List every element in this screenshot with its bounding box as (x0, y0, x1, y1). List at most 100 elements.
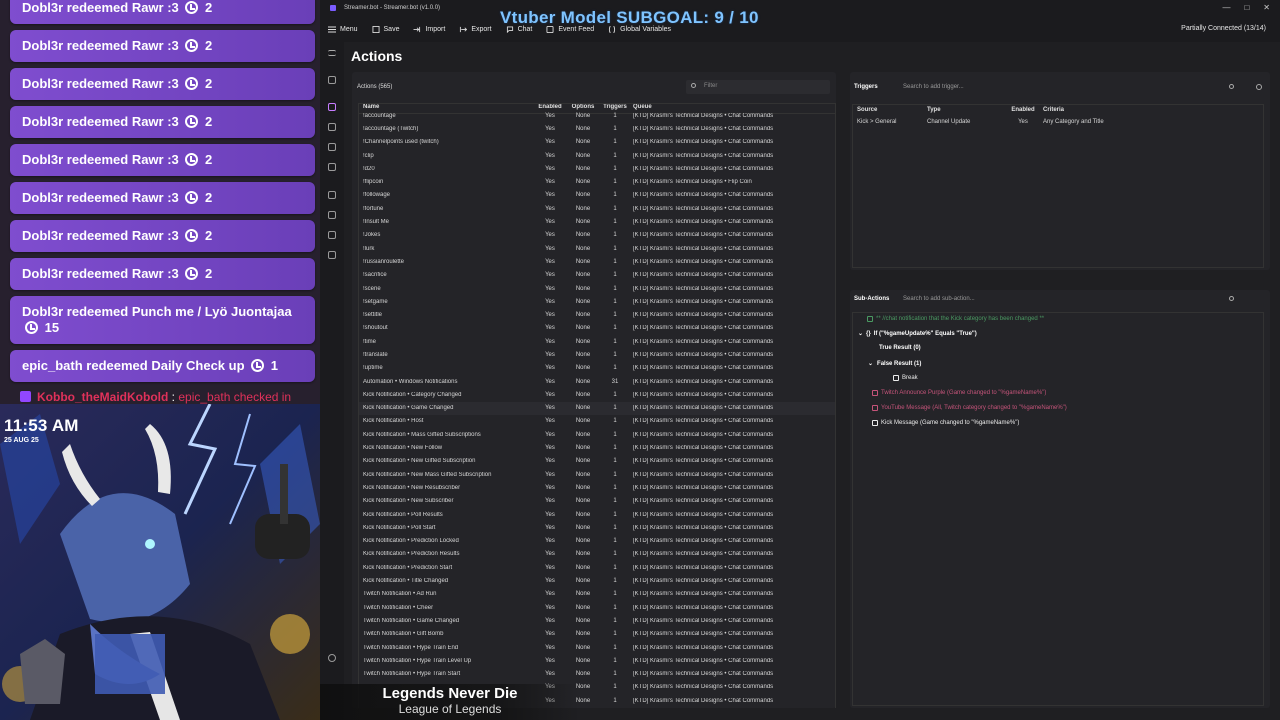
action-row[interactable]: Kick Notification • Title Changed Yes None… (359, 574, 835, 587)
action-row[interactable]: Twitch Notification • Gift Bomb Yes None 1 [… (359, 628, 835, 641)
action-enabled: Yes (545, 152, 555, 159)
action-row[interactable]: Kick Notification • Category Changed Yes N… (359, 388, 835, 401)
sub-action-youtube-message[interactable]: YouTube Message (All, Twitch category ch… (872, 405, 1067, 411)
action-options: None (575, 617, 591, 624)
save-button[interactable]: Save (372, 25, 399, 33)
action-row[interactable]: Twitch Notification • Hype Train Level U… (359, 654, 835, 667)
col-options[interactable]: Options (567, 104, 599, 113)
action-triggers: 1 (613, 551, 617, 558)
col-enabled[interactable]: Enabled (533, 104, 567, 113)
action-row[interactable]: Kick Notification • New Gifted Subscript… (359, 455, 835, 468)
col-criteria[interactable]: Criteria (1043, 107, 1263, 113)
action-row[interactable]: !shoutout Yes None 1 [KTD] Krasmi's Technica… (359, 322, 835, 335)
menu-button[interactable]: Menu (328, 26, 358, 33)
action-row[interactable]: Kick Notification • Prediction Results Ye… (359, 548, 835, 561)
action-row[interactable]: !scene Yes None 1 [KTD] Krasmi's Technical D… (359, 282, 835, 295)
action-row[interactable]: !followage Yes None 1 [KTD] Krasmi's Technic… (359, 189, 835, 202)
sub-action-kick-message[interactable]: Kick Message (Game changed to "%gameName… (872, 420, 1019, 426)
action-options: None (575, 325, 591, 332)
action-row[interactable]: !Channelpoints used (twitch) Yes None 1 [KTD… (359, 136, 835, 149)
action-queue: [KTD] Krasmi's Technical Designs • Chat … (633, 578, 774, 585)
import-button[interactable]: Import (413, 26, 445, 33)
action-row[interactable]: Automation • Windows Notifications Yes Non… (359, 375, 835, 388)
action-row[interactable]: !flipcoin Yes None 1 [KTD] Krasmi's Technic… (359, 175, 835, 188)
sidebar-menu-icon[interactable] (328, 50, 336, 56)
sub-action-comment[interactable]: ** //chat notification that the Kick cat… (867, 316, 1044, 322)
action-row[interactable]: Kick Notification • Prediction Start Yes N… (359, 561, 835, 574)
sidebar-settings-icon[interactable] (328, 251, 336, 259)
action-row[interactable]: !sacrifice Yes None 1 [KTD] Krasmi's Technic… (359, 269, 835, 282)
col-triggers[interactable]: Triggers (599, 104, 631, 113)
sub-action-if[interactable]: ⌄{} If ("%gameUpdate%" Equals "True") (858, 330, 977, 338)
col-name[interactable]: Name (359, 104, 533, 113)
trigger-row[interactable]: Kick > General Channel Update Yes Any Ca… (853, 115, 1263, 129)
sub-action-break[interactable]: Break (893, 375, 918, 381)
if-text: If ("%gameUpdate%" Equals "True") (873, 330, 977, 337)
action-row[interactable]: Kick Notification • Prediction Locked Yes… (359, 535, 835, 548)
triggers-panel: Triggers Search to add trigger... Source… (850, 72, 1270, 270)
action-row[interactable]: Kick Notification • Host Yes None 1 [KTD] Kr… (359, 415, 835, 428)
sidebar-actions-icon[interactable] (328, 103, 336, 111)
action-row[interactable]: Twitch Notification • Hype Train End Yes N… (359, 641, 835, 654)
action-options: None (575, 338, 591, 345)
export-button[interactable]: Export (459, 26, 492, 33)
col-trigger-enabled[interactable]: Enabled (1003, 107, 1043, 113)
action-row[interactable]: Kick Notification • Mass Gifted Subscrip… (359, 428, 835, 441)
sidebar-integrations-icon[interactable] (328, 191, 336, 199)
true-result-node[interactable]: True Result (0) (879, 345, 921, 351)
false-result-node[interactable]: ⌄ False Result (1) (868, 360, 921, 368)
action-row[interactable]: !fortune Yes None 1 [KTD] Krasmi's Technical… (359, 202, 835, 215)
connection-status[interactable]: Partially Connected (13/14) (1181, 25, 1266, 32)
action-row[interactable]: !d20 Yes None 1 [KTD] Krasmi's Technical Des… (359, 162, 835, 175)
sub-action-twitch-announce[interactable]: Twitch Announce Purple (Game changed to … (872, 390, 1046, 396)
action-row[interactable]: !russianroulette Yes None 1 [KTD] Krasmi's T… (359, 255, 835, 268)
action-row[interactable]: !accountage (Twitch) Yes None 1 [KTD] Krasmi… (359, 122, 835, 135)
sidebar-tools-icon[interactable] (328, 123, 336, 131)
clock-icon (185, 153, 199, 166)
trigger-options-icon[interactable] (1256, 84, 1262, 90)
clock-widget: 11:53 AM 25 AUG 25 (4, 416, 79, 444)
action-row[interactable]: !settitle Yes None 1 [KTD] Krasmi's Technica… (359, 308, 835, 321)
action-row[interactable]: !translate Yes None 1 [KTD] Krasmi's Technic… (359, 348, 835, 361)
sub-action-search-input[interactable]: Search to add sub-action... (898, 293, 1238, 306)
action-row[interactable]: Twitch Notification • Ad Run Yes None 1 [KTD… (359, 588, 835, 601)
sidebar-stream-apps-icon[interactable] (328, 163, 336, 171)
expand-chevron-icon[interactable]: ⌄ (858, 330, 863, 337)
action-row[interactable]: Twitch Notification • Game Changed Yes Non… (359, 614, 835, 627)
action-row[interactable]: Kick Notification • New Follow Yes None 1 [K… (359, 441, 835, 454)
action-name: Kick Notification • New Resubscriber (363, 484, 461, 491)
col-source[interactable]: Source (853, 107, 927, 113)
action-row[interactable]: !Insult Me Yes None 1 [KTD] Krasmi's Technic… (359, 215, 835, 228)
action-row[interactable]: !Jokes Yes None 1 [KTD] Krasmi's Technical D… (359, 229, 835, 242)
action-row[interactable]: Kick Notification • New Resubscriber Yes N… (359, 481, 835, 494)
action-row[interactable]: Kick Notification • Poll Start Yes None 1 [K… (359, 521, 835, 534)
action-row[interactable]: Twitch Notification • Cheer Yes None 1 [KTD]… (359, 601, 835, 614)
action-row[interactable]: !setgame Yes None 1 [KTD] Krasmi's Technical… (359, 295, 835, 308)
action-row[interactable]: !uptime Yes None 1 [KTD] Krasmi's Technical … (359, 362, 835, 375)
action-row[interactable]: !time Yes None 1 [KTD] Krasmi's Technical De… (359, 335, 835, 348)
col-type[interactable]: Type (927, 107, 1003, 113)
action-row[interactable]: !lurk Yes None 1 [KTD] Krasmi's Technical De… (359, 242, 835, 255)
sidebar-commands-icon[interactable] (328, 231, 336, 239)
settings-gear-icon[interactable] (328, 654, 336, 662)
trigger-search-input[interactable]: Search to add trigger... (898, 81, 1238, 94)
action-row[interactable]: Kick Notification • New Mass Gifted Subs… (359, 468, 835, 481)
expand-chevron-icon[interactable]: ⌄ (868, 360, 873, 367)
sidebar-home-icon[interactable] (328, 76, 336, 84)
action-row[interactable]: Kick Notification • Poll Results Yes None 1… (359, 508, 835, 521)
close-icon[interactable]: ✕ (1263, 3, 1270, 12)
action-triggers: 1 (613, 165, 617, 172)
action-row[interactable]: Twitch Notification • Hype Train Start Ye… (359, 667, 835, 680)
col-queue[interactable]: Queue (631, 104, 835, 113)
sidebar-servers-icon[interactable] (328, 211, 336, 219)
action-triggers: 1 (613, 484, 617, 491)
action-row[interactable]: !clip Yes None 1 [KTD] Krasmi's Technical De… (359, 149, 835, 162)
sidebar-platforms-icon[interactable] (328, 143, 336, 151)
action-enabled: Yes (545, 471, 555, 478)
filter-input[interactable]: Filter (686, 80, 830, 94)
sub-actions-title: Sub-Actions (854, 296, 890, 302)
maximize-icon[interactable]: □ (1244, 3, 1249, 12)
action-row[interactable]: Kick Notification • New Subscriber Yes Non… (359, 495, 835, 508)
minimize-icon[interactable]: — (1222, 3, 1230, 12)
action-row[interactable]: Kick Notification • Game Changed Yes None 1… (359, 401, 835, 415)
